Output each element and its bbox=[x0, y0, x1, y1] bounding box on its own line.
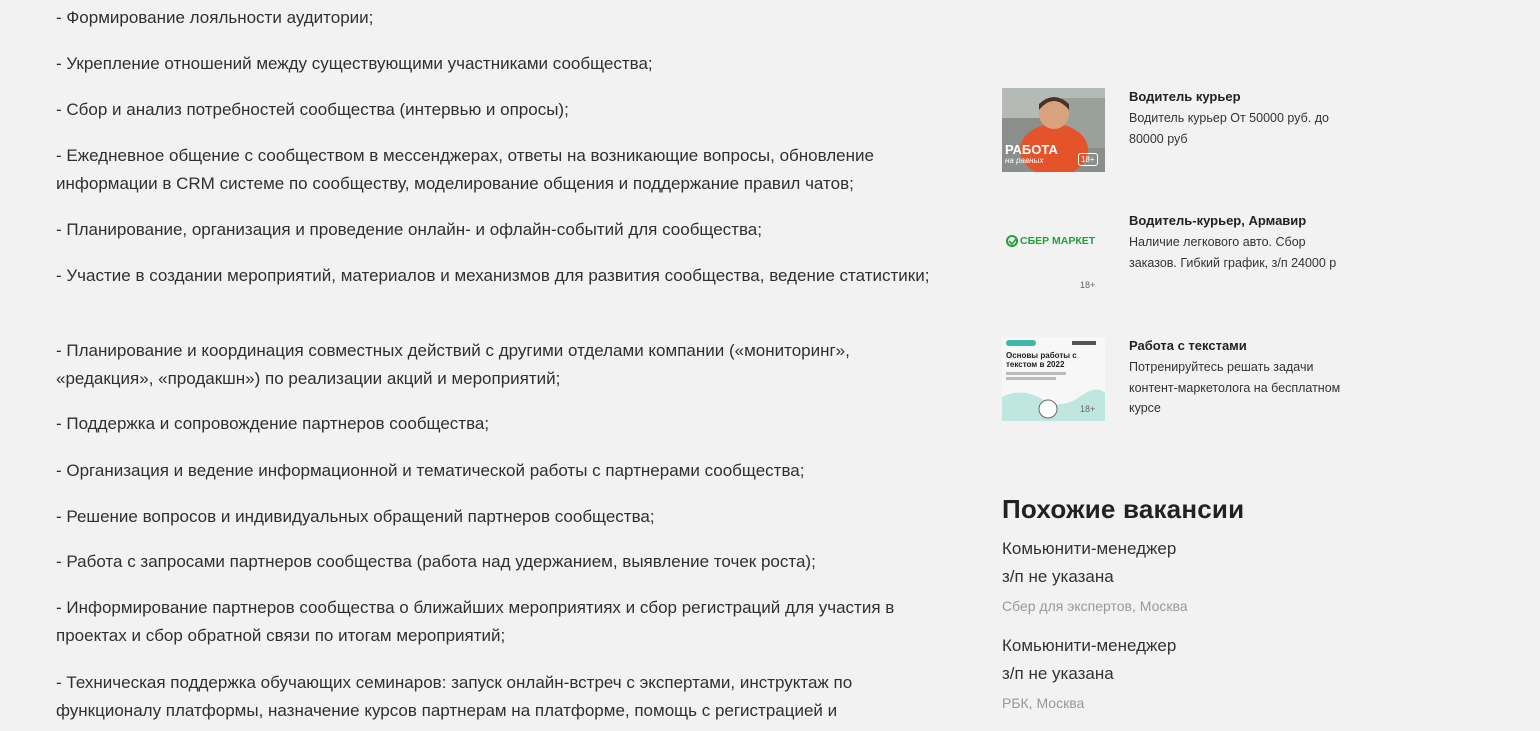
ad-title[interactable]: Работа с текстами bbox=[1129, 337, 1344, 355]
ad-thumb-text: РАБОТА bbox=[1005, 142, 1058, 157]
ad-card[interactable]: СБЕР МАРКЕТ 18+ Водитель-курьер, Армавир… bbox=[1002, 212, 1362, 302]
duty-item: - Укрепление отношений между существующи… bbox=[56, 54, 653, 73]
vacancy-company: Сбер для экспертов, Москва bbox=[1002, 598, 1188, 614]
duty-item: - Решение вопросов и индивидуальных обра… bbox=[56, 507, 655, 526]
duty-item: - Участие в создании мероприятий, матери… bbox=[56, 266, 930, 285]
vacancy-salary: з/п не указана bbox=[1002, 567, 1114, 586]
similar-vacancy-item[interactable]: Комьюнити-менеджер з/п не указана РБК, М… bbox=[1002, 632, 1362, 714]
ad-description: Наличие легкового авто. Сбор заказов. Ги… bbox=[1129, 235, 1337, 270]
duty-item: - Информирование партнеров сообщества о … bbox=[56, 598, 895, 645]
vacancy-name-link[interactable]: Комьюнити-менеджер bbox=[1002, 535, 1362, 563]
duty-item: - Планирование и координация совместных … bbox=[56, 341, 850, 388]
vacancy-salary: з/п не указана bbox=[1002, 664, 1114, 683]
duty-item: - Ежедневное общение с сообществом в мес… bbox=[56, 146, 874, 193]
ad-description: Потренируйтесь решать задачи контент-мар… bbox=[1129, 360, 1341, 415]
duty-item: - Техническая поддержка обучающих семина… bbox=[56, 673, 853, 720]
vacancy-name-link[interactable]: Комьюнити-менеджер bbox=[1002, 632, 1362, 660]
ad-thumb-subtext: на равных bbox=[1005, 156, 1044, 165]
ad-thumb-text: Основы работы с текстом в 2022 bbox=[1006, 351, 1077, 369]
duty-item: - Планирование, организация и проведение… bbox=[56, 220, 762, 239]
ad-description: Водитель курьер От 50000 руб. до 80000 р… bbox=[1129, 111, 1329, 146]
similar-vacancy-item[interactable]: Комьюнити-менеджер з/п не указана Сбер д… bbox=[1002, 535, 1362, 617]
ad-title[interactable]: Водитель-курьер, Армавир bbox=[1129, 212, 1344, 230]
ad-thumbnail: СБЕР МАРКЕТ 18+ bbox=[1002, 212, 1105, 296]
duty-item: - Организация и ведение информационной и… bbox=[56, 461, 805, 480]
vacancy-company: РБК, Москва bbox=[1002, 695, 1085, 711]
ad-card[interactable]: Основы работы с текстом в 2022 18+ Работ… bbox=[1002, 337, 1362, 427]
duty-item: - Сбор и анализ потребностей сообщества … bbox=[56, 100, 569, 119]
duty-item: - Работа с запросами партнеров сообществ… bbox=[56, 552, 816, 571]
age-badge: 18+ bbox=[1080, 404, 1096, 414]
duty-item: - Поддержка и сопровождение партнеров со… bbox=[56, 414, 490, 433]
duty-item: - Формирование лояльности аудитории; bbox=[56, 8, 374, 27]
similar-vacancies-title: Похожие вакансии bbox=[1002, 494, 1245, 524]
ad-thumbnail: Основы работы с текстом в 2022 18+ bbox=[1002, 337, 1105, 421]
age-badge: 18+ bbox=[1078, 153, 1098, 166]
age-badge: 18+ bbox=[1080, 280, 1096, 290]
ad-title[interactable]: Водитель курьер bbox=[1129, 88, 1344, 106]
sbermarket-logo: СБЕР МАРКЕТ bbox=[1020, 235, 1095, 247]
ad-card[interactable]: РАБОТА на равных 18+ Водитель курьер Вод… bbox=[1002, 88, 1362, 178]
sbermarket-logo-text: СБЕР МАРКЕТ bbox=[1020, 235, 1096, 247]
ad-thumbnail: РАБОТА на равных 18+ bbox=[1002, 88, 1105, 172]
